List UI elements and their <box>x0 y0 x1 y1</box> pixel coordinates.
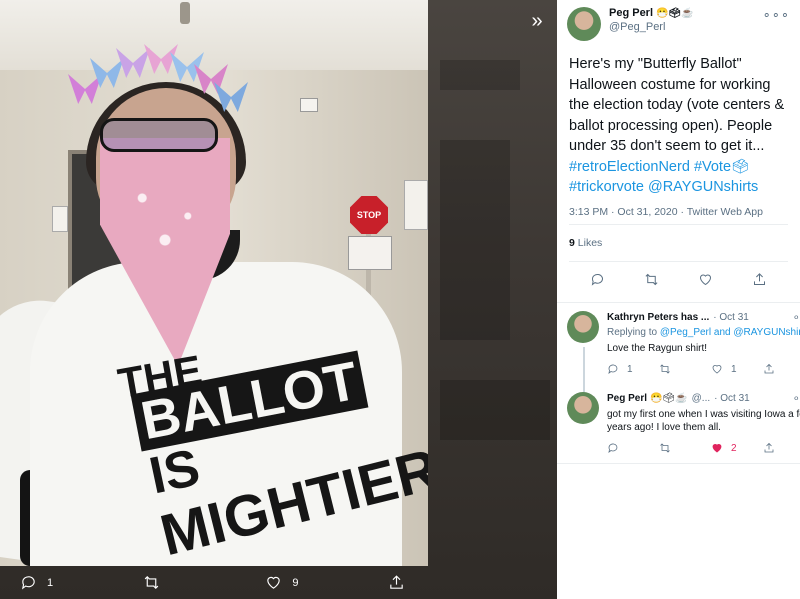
reply-icon <box>608 364 618 374</box>
tweet-timestamp[interactable]: 3:13 PM · Oct 31, 2020 · Twitter Web App <box>557 198 800 224</box>
reply-icon <box>608 443 618 453</box>
share-icon <box>764 442 774 453</box>
wall-vent <box>300 98 318 112</box>
retweet-icon <box>660 364 670 374</box>
tweet-panel: Peg Perl 😷🗳☕ @Peg_Perl ∘∘∘ Here's my "Bu… <box>557 0 800 599</box>
hashtag-link[interactable]: #Vote🗳 <box>694 159 750 175</box>
more-icon[interactable]: ∘∘∘ <box>792 391 800 405</box>
media-reply-button[interactable]: 1 <box>20 574 110 591</box>
expand-icon[interactable]: » <box>526 10 548 32</box>
reply-author-name[interactable]: Kathryn Peters has ... <box>607 311 709 324</box>
retweet-button[interactable] <box>644 272 659 292</box>
ceiling-lamp <box>180 2 190 24</box>
media-reply-count: 1 <box>47 576 54 589</box>
shirt-text-is: IS <box>144 438 205 506</box>
like-icon <box>699 274 711 285</box>
reply-action-bar: 1 1 <box>607 363 800 376</box>
share-button[interactable] <box>763 363 800 375</box>
like-icon <box>712 444 722 453</box>
butterfly-crown <box>68 44 248 124</box>
reply-author-name[interactable]: Peg Perl <box>607 392 647 405</box>
stop-sign: STOP <box>350 196 388 234</box>
likes-count[interactable]: 9 Likes <box>557 225 800 261</box>
retweet-button[interactable] <box>659 442 711 454</box>
like-button[interactable] <box>698 272 713 292</box>
share-button[interactable] <box>752 272 767 292</box>
share-icon <box>764 363 774 374</box>
reply-icon <box>592 273 604 286</box>
reply-icon <box>21 576 35 590</box>
reply-text: got my first one when I was visiting Iow… <box>607 408 800 433</box>
tweet-action-bar <box>557 262 800 302</box>
retweet-icon <box>660 443 670 453</box>
reply-action-bar: 2 <box>607 442 800 455</box>
hashtag-link[interactable]: #retroElectionNerd <box>569 159 690 175</box>
tweet-header: Peg Perl 😷🗳☕ @Peg_Perl ∘∘∘ <box>557 0 800 41</box>
hashtag-link[interactable]: #trickorvote <box>569 179 644 195</box>
tweet-text-plain: Here's my "Butterfly Ballot" Halloween c… <box>569 56 785 154</box>
like-button[interactable]: 2 <box>711 442 763 455</box>
media-viewer: STOP THE BALLOT IS MIGHTIER » 1 9 <box>0 0 557 599</box>
media-share-button[interactable] <box>388 574 408 591</box>
reply-time[interactable]: · Oct 31 <box>714 392 750 405</box>
media-retweet-button[interactable] <box>143 574 233 591</box>
media-action-bar: 1 9 <box>0 566 428 599</box>
media-like-button[interactable]: 9 <box>265 574 355 591</box>
divider <box>557 462 800 464</box>
author-emoji: 😷🗳☕ <box>656 8 694 19</box>
reply-button[interactable] <box>607 442 659 454</box>
costume-photo[interactable]: STOP THE BALLOT IS MIGHTIER <box>0 0 428 566</box>
replying-to: Replying to @Peg_Perl and @RAYGUNshirts <box>607 326 800 339</box>
like-icon <box>712 365 722 374</box>
avatar[interactable] <box>567 7 601 41</box>
reply-button[interactable]: 1 <box>607 363 659 376</box>
retweet-button[interactable] <box>659 363 711 375</box>
more-icon[interactable]: ∘∘∘ <box>763 7 790 23</box>
share-icon <box>390 575 403 589</box>
reply-time[interactable]: · Oct 31 <box>713 311 749 324</box>
author-name[interactable]: Peg Perl 😷🗳☕ <box>609 7 763 19</box>
retweet-icon <box>645 273 658 285</box>
reply-author-handle[interactable]: @... <box>692 392 711 405</box>
share-icon <box>753 272 765 285</box>
like-button[interactable]: 1 <box>711 363 763 376</box>
reply-tweet[interactable]: Kathryn Peters has ... · Oct 31 ∘∘∘ Repl… <box>557 303 800 403</box>
reply-button[interactable] <box>590 272 605 292</box>
media-like-count: 9 <box>292 576 299 589</box>
replying-to-link[interactable]: @Peg_Perl and @RAYGUNshirts <box>660 327 800 338</box>
more-icon[interactable]: ∘∘∘ <box>792 310 800 324</box>
wall-sign <box>404 180 428 230</box>
share-button[interactable] <box>763 442 800 454</box>
avatar[interactable] <box>567 391 599 424</box>
mention-link[interactable]: @RAYGUNshirts <box>648 179 758 195</box>
reply-author-emoji: 😷🗳☕ <box>650 392 688 404</box>
reply-tweet[interactable]: Peg Perl 😷🗳☕ @... · Oct 31 ∘∘∘ got my fi… <box>557 384 800 463</box>
like-icon <box>267 576 281 589</box>
wall-sign-small <box>52 206 68 232</box>
reply-text: Love the Raygun shirt! <box>607 342 708 354</box>
stop-card <box>348 236 392 270</box>
tweet-text: Here's my "Butterfly Ballot" Halloween c… <box>557 41 800 198</box>
retweet-icon <box>144 576 158 589</box>
avatar[interactable] <box>567 310 599 343</box>
author-handle[interactable]: @Peg_Perl <box>609 21 763 33</box>
